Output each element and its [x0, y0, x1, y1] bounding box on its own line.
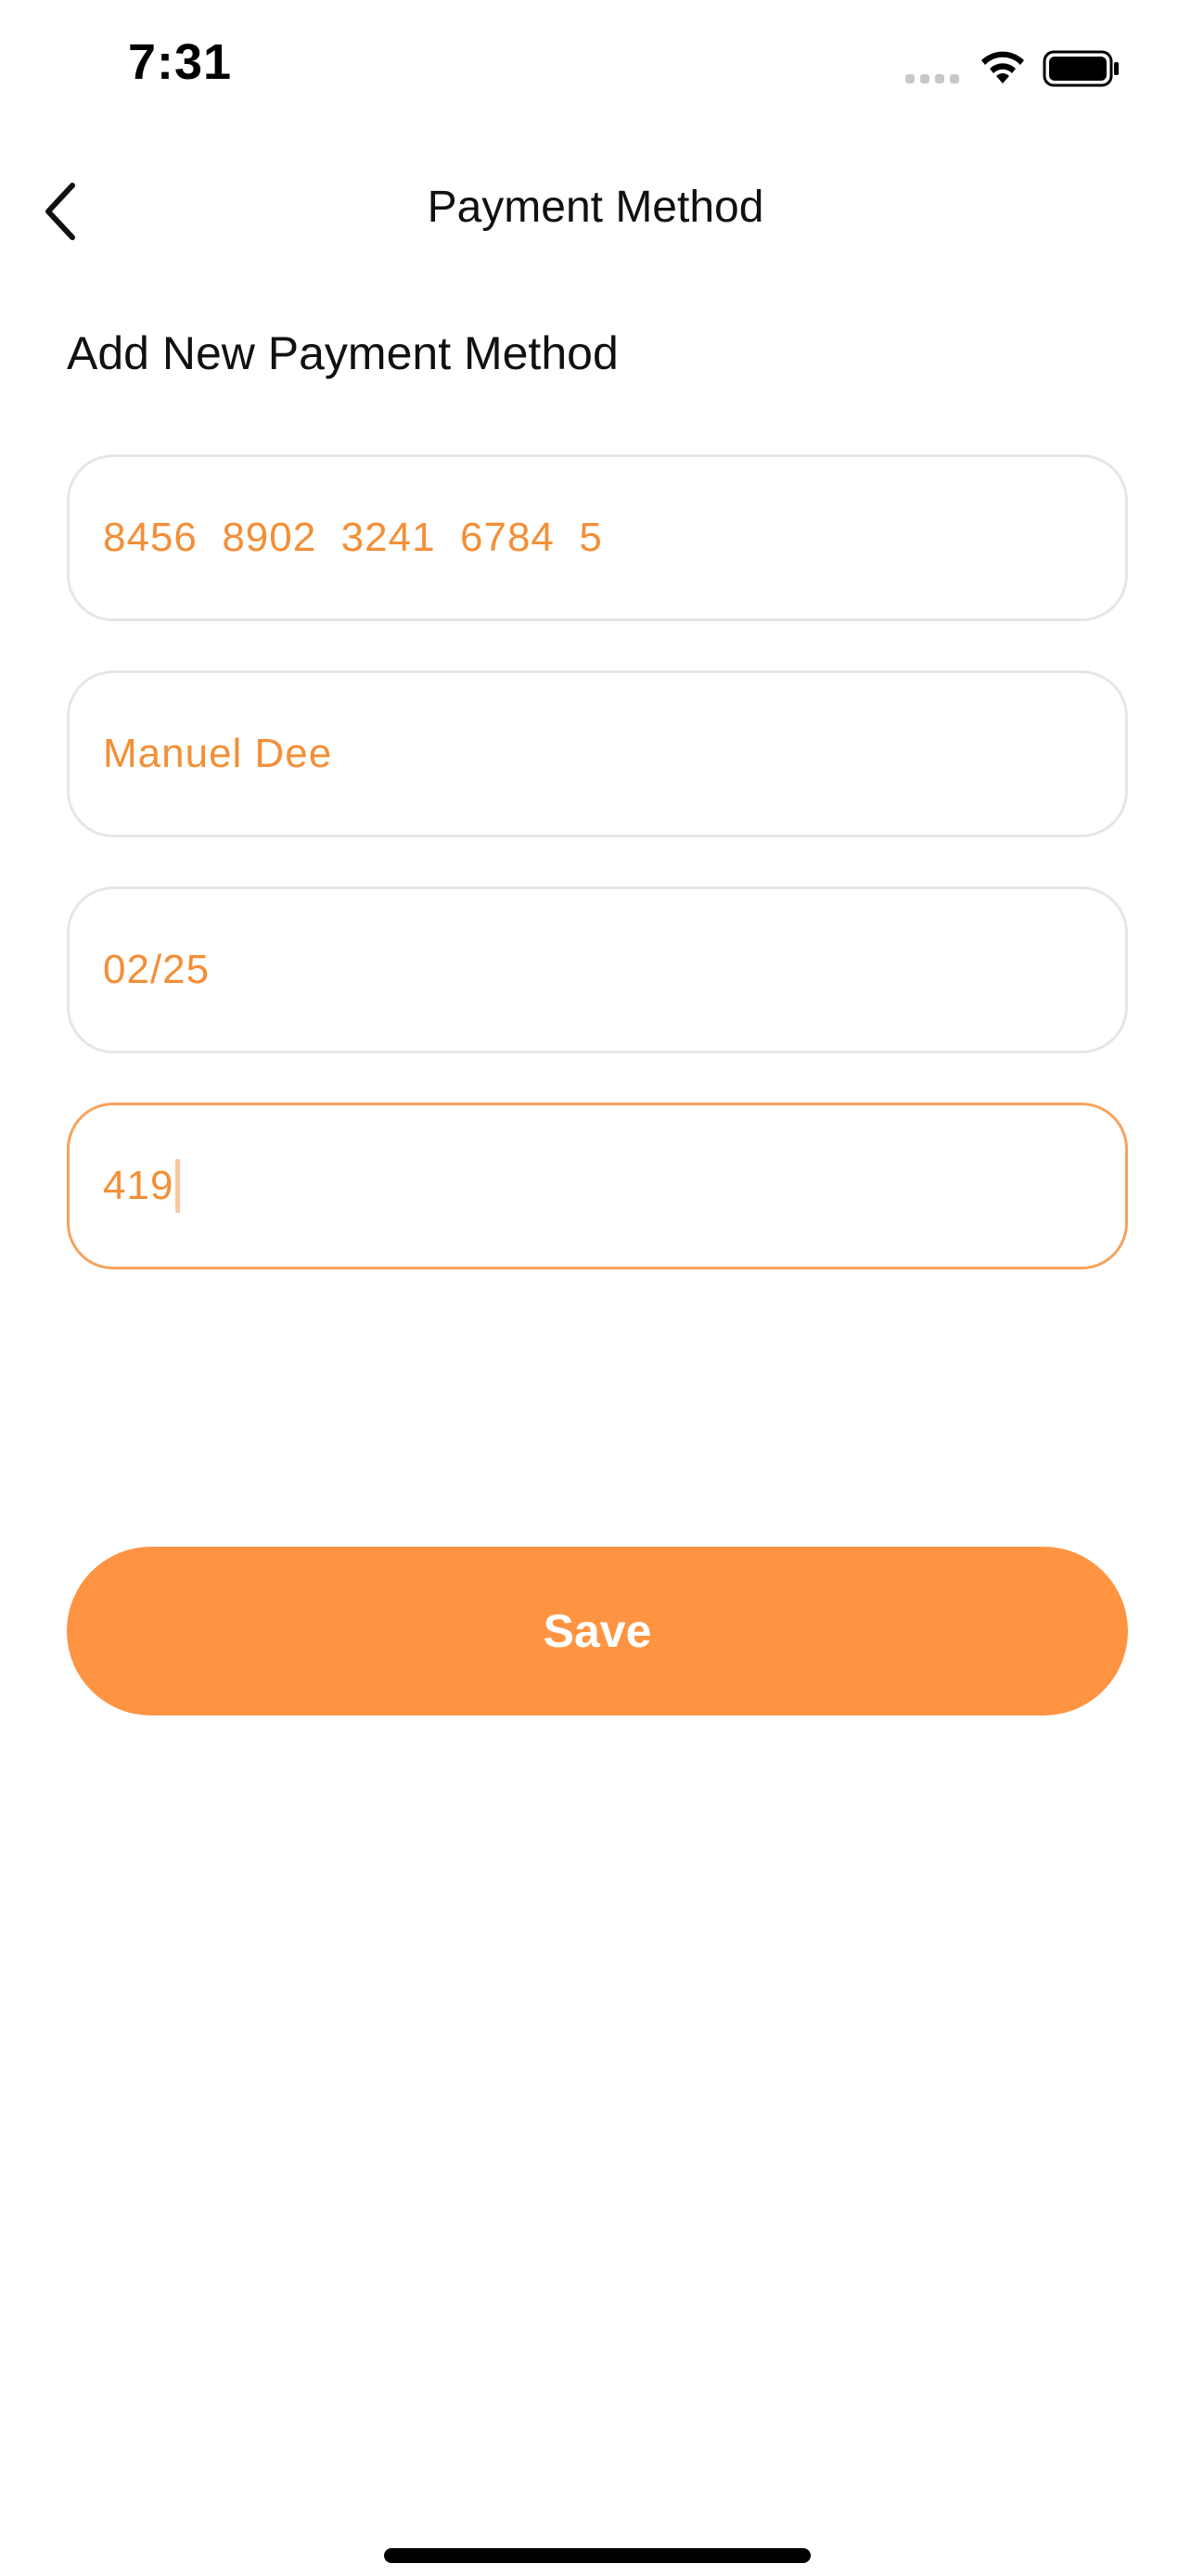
save-button[interactable]: Save: [67, 1547, 1128, 1715]
status-time: 7:31: [128, 34, 233, 90]
home-indicator[interactable]: [384, 2548, 811, 2563]
expiry-date-field[interactable]: 02/25: [67, 886, 1128, 1053]
text-cursor: [175, 1159, 181, 1213]
cardholder-name-field[interactable]: Manuel Dee: [67, 670, 1128, 837]
card-number-value: 8456 8902 3241 6784 5: [103, 515, 603, 560]
battery-icon: [1043, 50, 1121, 92]
expiry-date-value: 02/25: [103, 947, 211, 992]
cvv-value: 419: [103, 1163, 174, 1208]
card-number-field[interactable]: 8456 8902 3241 6784 5: [67, 454, 1128, 621]
navigation-bar: Payment Method: [0, 158, 1191, 269]
cvv-field[interactable]: 419: [67, 1103, 1128, 1269]
wifi-icon: [978, 48, 1028, 90]
cellular-signal-icon: [905, 74, 959, 83]
status-bar: 7:31: [0, 0, 1191, 139]
section-title: Add New Payment Method: [67, 327, 619, 379]
page-title: Payment Method: [427, 183, 764, 232]
cardholder-name-value: Manuel Dee: [103, 731, 333, 776]
